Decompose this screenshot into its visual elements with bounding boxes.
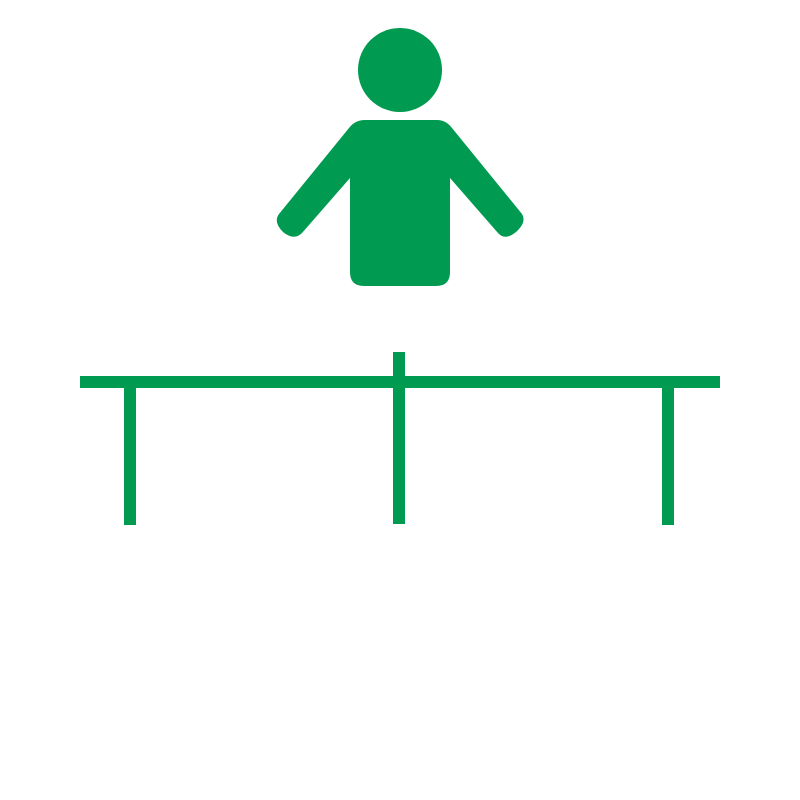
person-icon [276, 28, 524, 286]
pictogram-canvas [0, 0, 800, 800]
person-at-table-icon [80, 28, 720, 525]
person-body [276, 120, 524, 286]
person-head [358, 28, 442, 112]
table-right-leg [662, 386, 674, 525]
table-divider-post [393, 352, 405, 524]
table-left-leg [124, 386, 136, 525]
table-icon [80, 352, 720, 525]
